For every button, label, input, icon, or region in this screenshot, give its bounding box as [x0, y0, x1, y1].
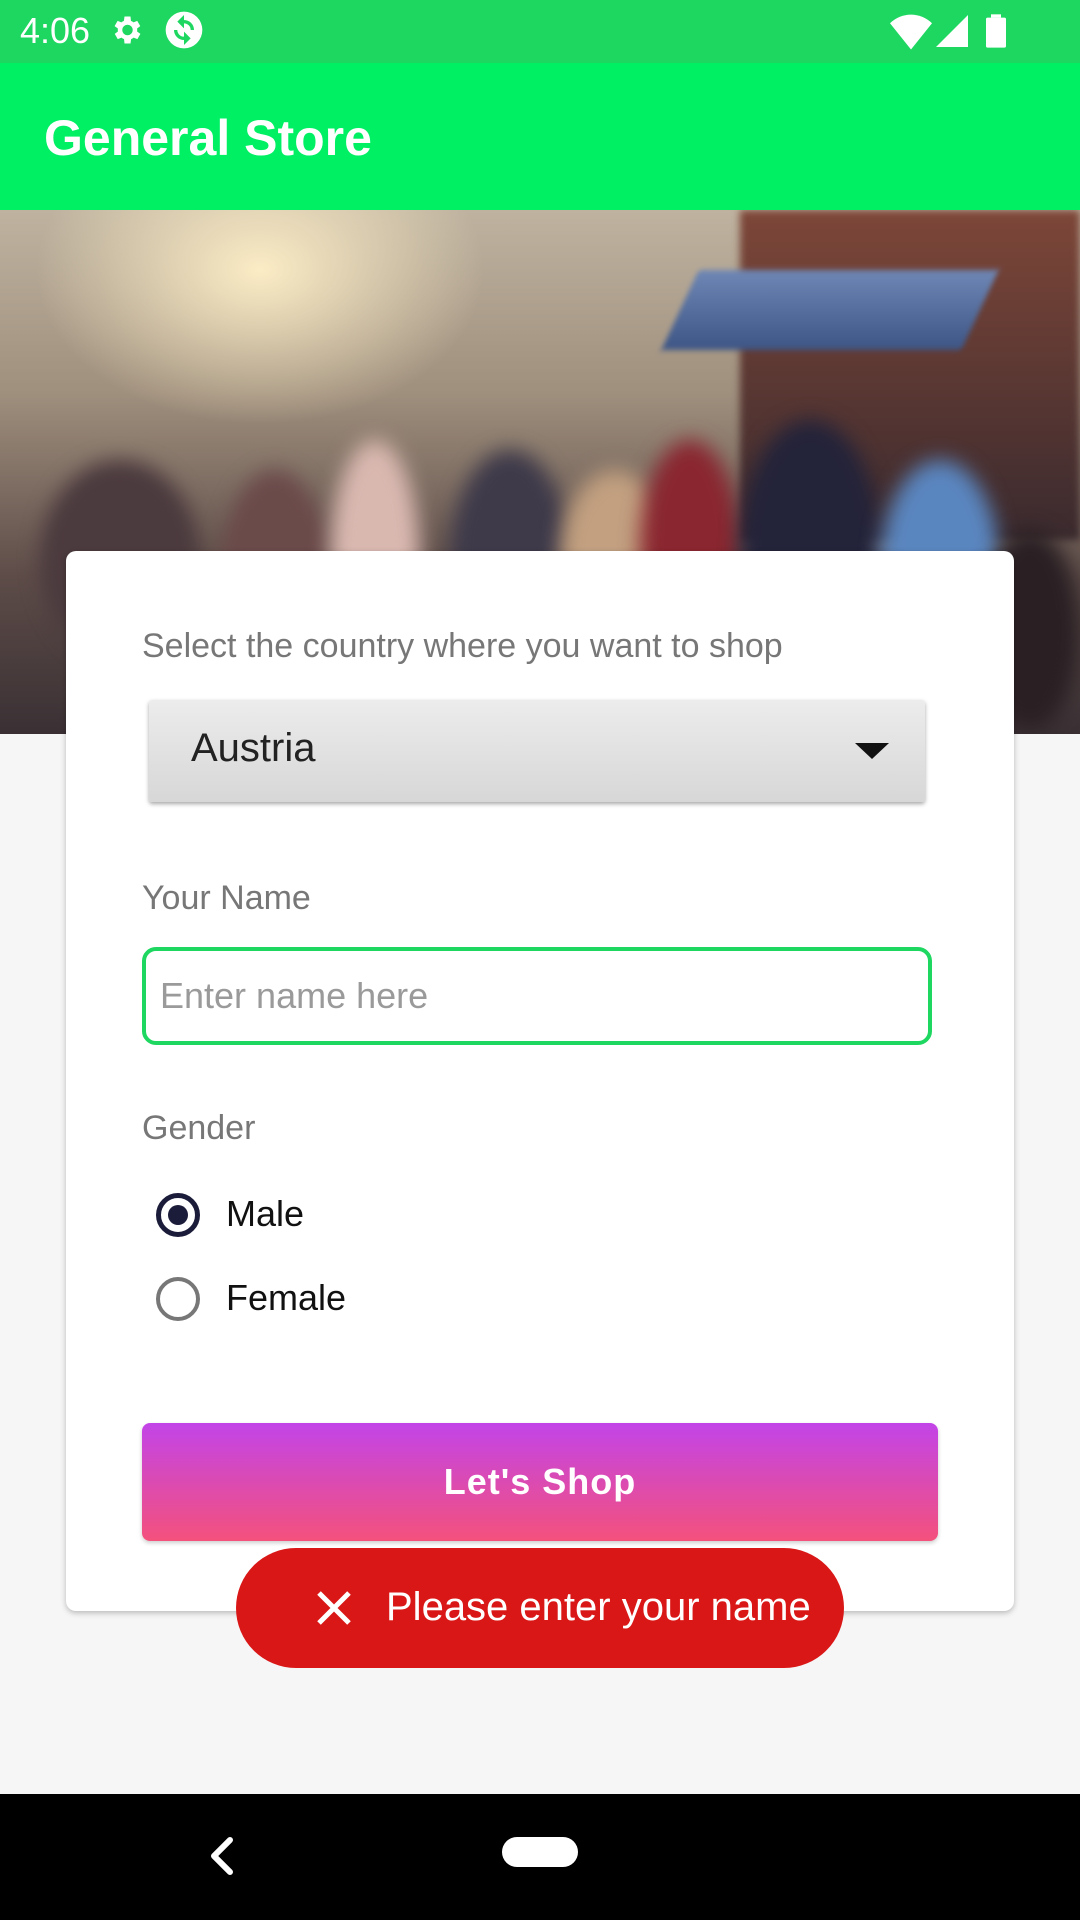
navigation-bar [0, 1794, 1080, 1920]
radio-checked-icon [156, 1193, 200, 1237]
app-bar: General Store [0, 63, 1080, 210]
back-icon[interactable] [208, 1834, 236, 1878]
radio-female[interactable]: Female [156, 1273, 656, 1333]
signal-icon [936, 15, 968, 47]
dropdown-arrow-icon [855, 743, 889, 759]
gender-label: Gender [142, 1109, 256, 1147]
radio-male-label: Male [226, 1193, 305, 1234]
home-pill-icon[interactable] [502, 1837, 578, 1867]
status-bar: 4:06 [0, 0, 1080, 63]
screen: 4:06 General Store Select the country wh… [0, 0, 1080, 1920]
name-label: Your Name [142, 879, 311, 917]
country-label: Select the country where you want to sho… [142, 627, 783, 665]
toast-message: Please enter your name [386, 1585, 811, 1629]
country-dropdown[interactable]: Austria [149, 700, 925, 802]
app-title: General Store [44, 110, 372, 166]
gear-icon [114, 16, 141, 44]
close-icon [317, 1591, 351, 1625]
wifi-icon [890, 14, 932, 50]
radio-female-label: Female [226, 1277, 347, 1318]
name-input[interactable] [142, 947, 932, 1045]
sync-icon [165, 11, 203, 49]
radio-male[interactable]: Male [156, 1189, 656, 1249]
country-selected-value: Austria [191, 726, 316, 770]
battery-icon [986, 14, 1006, 48]
form-card: Select the country where you want to sho… [66, 551, 1014, 1611]
error-toast: Please enter your name [236, 1548, 844, 1668]
radio-unchecked-icon [156, 1277, 200, 1321]
hero-awning [661, 270, 999, 350]
lets-shop-button[interactable]: Let's Shop [142, 1423, 938, 1541]
status-time: 4:06 [20, 10, 91, 51]
